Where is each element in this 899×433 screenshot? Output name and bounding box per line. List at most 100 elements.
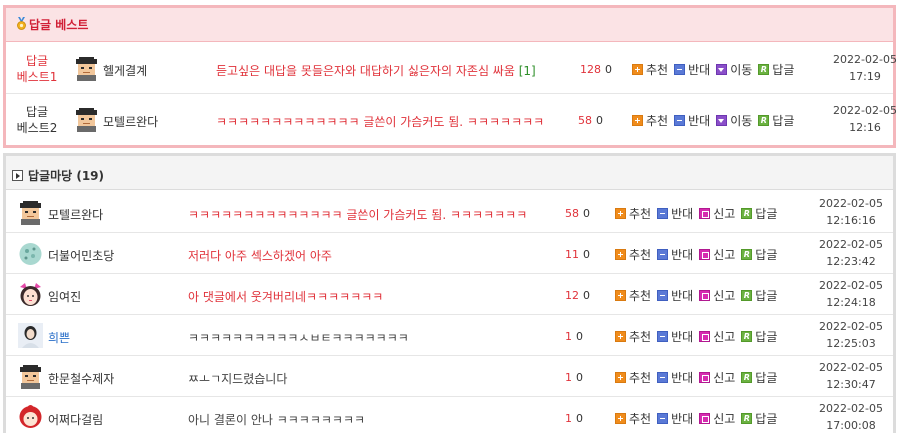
plus-icon [615,290,626,301]
recommend-button[interactable]: 추천 [615,328,651,345]
recommend-button[interactable]: 추천 [632,61,668,78]
vote-counts: 12 0 [565,289,590,302]
recommend-label: 추천 [629,371,652,385]
reply-button[interactable]: 답글 [741,328,777,345]
reply-icon [741,331,753,342]
reply-content[interactable]: 듣고싶은 대답을 못들은자와 대답하기 싫은자의 자존심 싸움 [1] [216,62,536,79]
oppose-label: 반대 [671,412,694,426]
siren-icon [699,372,711,383]
report-label: 신고 [713,248,736,262]
upvote-count: 1 [565,330,572,343]
downvote-count: 0 [576,412,583,425]
recommend-button[interactable]: 추천 [615,287,651,304]
reply-button[interactable]: 답글 [741,246,777,263]
reply-button[interactable]: 답글 [741,205,777,222]
author-nickname[interactable]: 모텔르완다 [48,206,103,223]
down-arrow-icon [716,115,728,126]
reply-datetime: 2022-02-05 12:24:18 [816,277,886,311]
author-nickname[interactable]: 더불어민초당 [48,247,114,264]
reply-content[interactable]: ㅋㅋㅋㅋㅋㅋㅋㅋㅋㅋㅋㅋㅋ 글쓴이 가슴커도 됨. ㅋㅋㅋㅋㅋㅋㅋ [216,113,544,130]
downvote-count: 0 [576,330,583,343]
reply-actions: 추천 반대 이동 답글 [632,112,800,129]
recommend-label: 추천 [629,207,652,221]
reply-content[interactable]: 저러다 아주 섹스하겠어 아주 [188,247,332,264]
reply-date: 2022-02-05 [833,53,897,66]
upvote-count: 128 [580,63,601,76]
downvote-count: 0 [583,289,590,302]
reply-list-header: 답글마당 (19) [6,156,893,190]
oppose-button[interactable]: 반대 [657,369,693,386]
reply-content[interactable]: 아 댓글에서 웃겨버리네ㅋㅋㅋㅋㅋㅋㅋ [188,288,383,305]
move-label: 이동 [730,114,753,128]
move-button[interactable]: 이동 [716,112,752,129]
author-nickname[interactable]: 헬게결계 [103,62,147,79]
reply-label: 답글 [755,371,778,385]
expand-icon[interactable] [12,170,23,181]
report-button[interactable]: 신고 [699,287,735,304]
reply-button[interactable]: 답글 [758,61,794,78]
avatar-icon[interactable] [74,56,99,81]
author-nickname[interactable]: 어쩌다걸림 [48,411,103,428]
author-nickname[interactable]: 임여진 [48,288,81,305]
reply-label: 답글 [772,114,795,128]
report-button[interactable]: 신고 [699,369,735,386]
reply-actions: 추천 반대 신고 답글 [615,328,783,345]
reply-time: 12:30:47 [826,378,876,391]
reply-content[interactable]: ㅋㅋㅋㅋㅋㅋㅋㅋㅋㅋㅋㅋㅋㅋ 글쓴이 가슴커도 됨. ㅋㅋㅋㅋㅋㅋㅋ [188,206,527,223]
avatar-icon[interactable] [74,107,99,132]
oppose-button[interactable]: 반대 [657,205,693,222]
report-button[interactable]: 신고 [699,246,735,263]
avatar-icon[interactable] [18,323,43,348]
plus-icon [615,208,626,219]
reply-row: 어쩌다걸림 아니 결론이 안나 ㅋㅋㅋㅋㅋㅋㅋㅋ 10 추천 반대 신고 답글 2022-02… [6,397,893,433]
report-label: 신고 [713,207,736,221]
oppose-button[interactable]: 반대 [657,246,693,263]
oppose-label: 반대 [688,63,711,77]
reply-label: 답글 [755,330,778,344]
recommend-button[interactable]: 추천 [615,410,651,427]
oppose-button[interactable]: 반대 [657,410,693,427]
oppose-button[interactable]: 반대 [674,61,710,78]
reply-row: 한문철수제자 ㅉㅗㄱ지드렸습니다 10 추천 반대 신고 답글 2022-02-05 12:30… [6,356,893,397]
reply-button[interactable]: 답글 [741,410,777,427]
minus-icon [657,290,669,301]
report-button[interactable]: 신고 [699,205,735,222]
reply-datetime: 2022-02-05 12:23:42 [816,236,886,270]
reply-datetime: 2022-02-05 12:30:47 [816,359,886,393]
oppose-label: 반대 [671,248,694,262]
plus-icon [632,115,643,126]
reply-content[interactable]: ㅉㅗㄱ지드렸습니다 [188,370,287,387]
plus-icon [615,413,626,424]
recommend-button[interactable]: 추천 [632,112,668,129]
reply-content[interactable]: ㅋㅋㅋㅋㅋㅋㅋㅋㅋㅋㅅㅂㅌㅋㅋㅋㅋㅋㅋㅋ [188,329,409,346]
siren-icon [699,413,711,424]
author-nickname[interactable]: 희쁜 [48,329,70,346]
downvote-count: 0 [583,207,590,220]
recommend-button[interactable]: 추천 [615,246,651,263]
author-nickname[interactable]: 모텔르완다 [103,113,158,130]
reply-content[interactable]: 아니 결론이 안나 ㅋㅋㅋㅋㅋㅋㅋㅋ [188,411,365,428]
recommend-label: 추천 [646,63,669,77]
report-button[interactable]: 신고 [699,328,735,345]
reply-button[interactable]: 답글 [741,369,777,386]
oppose-button[interactable]: 반대 [674,112,710,129]
reply-button[interactable]: 답글 [758,112,794,129]
recommend-button[interactable]: 추천 [615,369,651,386]
author-nickname[interactable]: 한문철수제자 [48,370,114,387]
avatar-icon[interactable] [18,241,43,266]
reply-row: 모텔르완다 ㅋㅋㅋㅋㅋㅋㅋㅋㅋㅋㅋㅋㅋㅋ 글쓴이 가슴커도 됨. ㅋㅋㅋㅋㅋㅋㅋ 5… [6,192,893,233]
avatar-icon[interactable] [18,364,43,389]
best-reply-row: 답글 베스트1 헬게결계 듣고싶은 대답을 못들은자와 대답하기 싫은자의 자존… [6,43,897,94]
avatar-icon[interactable] [18,200,43,225]
report-button[interactable]: 신고 [699,410,735,427]
avatar-icon[interactable] [18,282,43,307]
oppose-label: 반대 [671,371,694,385]
reply-button[interactable]: 답글 [741,287,777,304]
move-button[interactable]: 이동 [716,61,752,78]
oppose-button[interactable]: 반대 [657,328,693,345]
plus-icon [615,249,626,260]
minus-icon [657,413,669,424]
oppose-button[interactable]: 반대 [657,287,693,304]
recommend-button[interactable]: 추천 [615,205,651,222]
avatar-icon[interactable] [18,405,43,430]
